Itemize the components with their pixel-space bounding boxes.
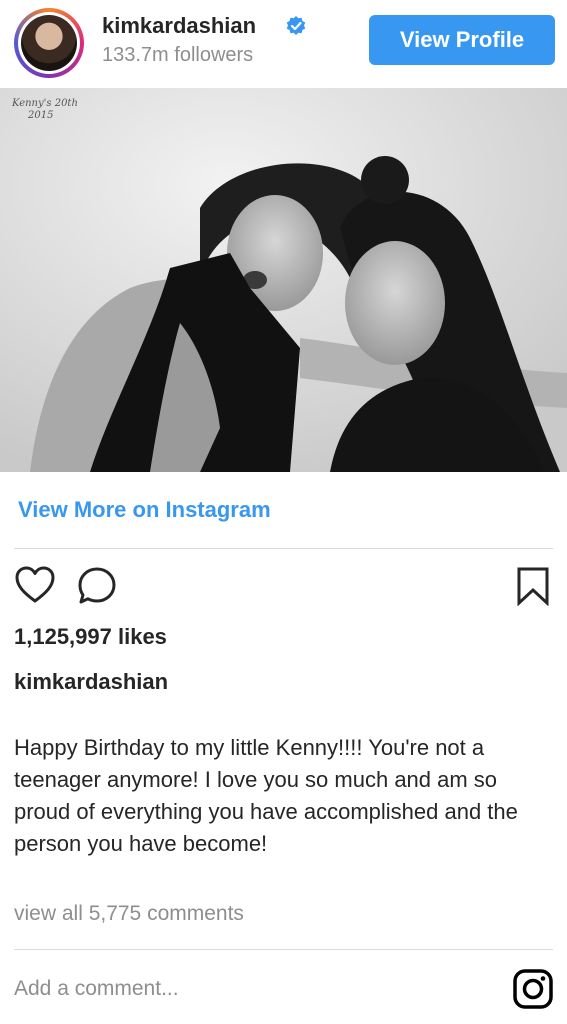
add-comment-input[interactable]: Add a comment...	[14, 977, 179, 1001]
instagram-logo-icon[interactable]	[512, 968, 554, 1010]
avatar-photo	[21, 15, 77, 71]
divider	[14, 949, 553, 950]
comment-bubble-icon[interactable]	[76, 565, 118, 607]
view-profile-button[interactable]: View Profile	[369, 15, 555, 65]
photo-illustration	[0, 88, 567, 472]
handwriting-line-1: Kenny's 20th	[12, 98, 78, 109]
avatar[interactable]	[14, 8, 84, 78]
username[interactable]: kimkardashian	[102, 13, 256, 39]
likes-count[interactable]: 1,125,997 likes	[14, 624, 167, 650]
post-photo[interactable]: Kenny's 20th 2015	[0, 88, 567, 472]
caption-username[interactable]: kimkardashian	[14, 669, 168, 695]
bookmark-icon[interactable]	[516, 566, 550, 606]
verified-badge-icon	[286, 16, 306, 35]
handwriting-line-2: 2015	[28, 110, 54, 121]
photo-handwriting: Kenny's 20th 2015	[12, 98, 78, 122]
caption-text: Happy Birthday to my little Kenny!!!! Yo…	[14, 735, 518, 856]
post-header: kimkardashian 133.7m followers View Prof…	[0, 0, 567, 88]
view-more-link[interactable]: View More on Instagram	[18, 497, 271, 523]
divider	[14, 548, 553, 549]
avatar-ring-inner	[18, 12, 80, 74]
followers-count: 133.7m followers	[102, 44, 254, 66]
heart-icon[interactable]	[14, 565, 56, 605]
view-all-comments-link[interactable]: view all 5,775 comments	[14, 902, 244, 926]
